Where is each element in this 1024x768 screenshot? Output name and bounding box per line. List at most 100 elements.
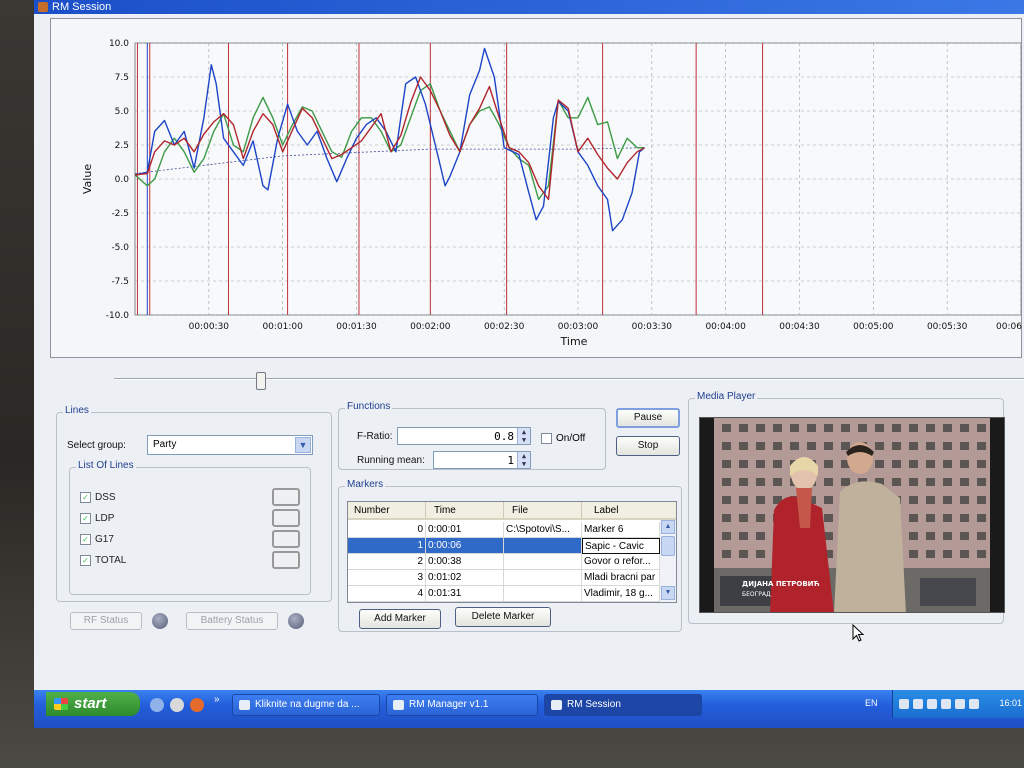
task-label: RM Session [567,699,621,710]
ldp-color-swatch[interactable] [272,509,300,527]
pause-button[interactable]: Pause [616,408,680,428]
line-item-g17[interactable]: ✓ G17 [80,534,114,550]
markers-table[interactable]: Number Time File Label 0 0:00:01 C:\Spotov… [347,501,677,603]
start-button[interactable]: start [46,692,140,716]
tray-app-icon[interactable] [941,699,951,709]
line-item-label: DSS [95,492,116,504]
checkbox-unchecked-icon[interactable] [541,433,552,444]
scroll-up-icon[interactable]: ▲ [661,520,675,534]
marker-file-cell[interactable] [504,586,582,602]
marker-file-cell[interactable] [504,554,582,570]
total-color-swatch[interactable] [272,551,300,569]
video-frame[interactable]: ДИЈАНА ПЕТРОВИЋ БЕОГРАД [699,417,1005,613]
rf-status-button[interactable]: RF Status [70,612,142,630]
line-item-dss[interactable]: ✓ DSS [80,492,116,508]
marker-number-cell[interactable]: 0 [348,522,426,538]
window-title: RM Session [52,1,112,13]
marker-file-cell[interactable] [504,570,582,586]
task-rm-manager[interactable]: RM Manager v1.1 [386,694,538,716]
marker-file-cell[interactable] [504,538,582,554]
line-item-label: TOTAL [95,555,127,567]
marker-number-cell[interactable]: 2 [348,554,426,570]
col-header-time[interactable]: Time [426,502,504,520]
spin-arrows-icon[interactable]: ▲ ▼ [517,452,530,468]
checkbox-checked-icon[interactable]: ✓ [80,555,91,566]
marker-time-cell[interactable]: 0:00:01 [426,522,504,538]
task-label: Kliknite na dugme da ... [255,699,360,710]
fratio-value: 0.8 [494,430,514,443]
running-mean-field[interactable]: 1 ▲ ▼ [433,451,531,469]
quicklaunch-firefox-icon[interactable] [190,698,204,712]
window-titlebar[interactable]: RM Session [34,0,1024,14]
tray-safely-remove-icon[interactable] [955,699,965,709]
task-rm-session[interactable]: RM Session [544,694,702,716]
marker-row[interactable]: 2 0:00:38 Govor o refor... [348,554,662,570]
language-indicator[interactable]: EN [865,698,878,708]
mouse-cursor-icon [852,624,865,642]
marker-number-cell[interactable]: 3 [348,570,426,586]
marker-label-cell[interactable]: Govor o refor... [582,554,660,570]
col-header-file[interactable]: File [504,502,582,520]
marker-label-cell[interactable]: Vladimir, 18 g... [582,586,660,602]
tray-volume-icon[interactable] [913,699,923,709]
onoff-label: On/Off [556,433,586,445]
x-axis-label: Time [560,335,588,348]
battery-status-button[interactable]: Battery Status [186,612,278,630]
dss-color-swatch[interactable] [272,488,300,506]
fratio-field[interactable]: 0.8 ▲ ▼ [397,427,531,445]
marker-label-cell[interactable]: Mladi bracni par [582,570,660,586]
app-icon [38,2,48,12]
checkbox-checked-icon[interactable]: ✓ [80,513,91,524]
x-tick-label: 00:01:30 [336,322,377,332]
media-player-title: Media Player [695,391,758,402]
y-tick-label: 2.5 [115,141,129,151]
quicklaunch-desktop-icon[interactable] [150,698,164,712]
quicklaunch-media-icon[interactable] [170,698,184,712]
slider-thumb[interactable] [256,372,266,390]
table-scrollbar[interactable]: ▲ ▼ [660,520,676,602]
video-caption-city: БЕОГРАД [742,591,771,598]
marker-row[interactable]: 1 0:00:06 Sapic - Cavic [348,538,662,554]
task-label: RM Manager v1.1 [409,699,489,710]
spin-arrows-icon[interactable]: ▲ ▼ [517,428,530,444]
marker-time-cell[interactable]: 0:00:06 [426,538,504,554]
line-chart: 10.0 7.5 5.0 2.5 0.0 -2.5 -5.0 -7.5 -10.0 00:00:3… [81,39,1022,348]
marker-row[interactable]: 0 0:00:01 C:\Spotovi\S... Marker 6 [348,522,662,538]
marker-row[interactable]: 3 0:01:02 Mladi bracni par [348,570,662,586]
marker-label-cell[interactable]: Marker 6 [582,522,660,538]
marker-file-cell[interactable]: C:\Spotovi\S... [504,522,582,538]
marker-row[interactable]: 4 0:01:31 Vladimir, 18 g... [348,586,662,602]
marker-time-cell[interactable]: 0:01:31 [426,586,504,602]
y-tick-label: -10.0 [106,311,130,321]
delete-marker-button[interactable]: Delete Marker [455,607,551,627]
marker-time-cell[interactable]: 0:01:02 [426,570,504,586]
quicklaunch-overflow-icon[interactable]: » [214,694,220,705]
group-select[interactable]: Party ▼ [147,435,313,455]
marker-time-cell[interactable]: 0:00:38 [426,554,504,570]
add-marker-button[interactable]: Add Marker [359,609,441,629]
screen: RM Session 10.0 7.5 5.0 2.5 0.0 -2.5 -5.0 -7.5 -… [34,0,1024,728]
timeline-slider[interactable] [114,372,1024,390]
col-header-number[interactable]: Number [348,502,426,520]
x-tick-label: 00:03:30 [632,322,673,332]
marker-number-cell[interactable]: 1 [348,538,426,554]
tray-network-icon[interactable] [899,699,909,709]
g17-color-swatch[interactable] [272,530,300,548]
tray-antivirus-icon[interactable] [969,699,979,709]
scroll-thumb[interactable] [661,536,675,556]
tray-monitor-icon[interactable] [927,699,937,709]
scroll-down-icon[interactable]: ▼ [661,586,675,600]
task-kliknite[interactable]: Kliknite na dugme da ... [232,694,380,716]
col-header-label[interactable]: Label [582,502,676,520]
windows-flag-icon [54,698,68,710]
stop-button[interactable]: Stop [616,436,680,456]
checkbox-checked-icon[interactable]: ✓ [80,492,91,503]
chevron-down-icon[interactable]: ▼ [295,437,311,453]
onoff-checkbox[interactable]: On/Off [541,433,585,444]
line-item-ldp[interactable]: ✓ LDP [80,513,114,529]
checkbox-checked-icon[interactable]: ✓ [80,534,91,545]
marker-label-cell[interactable]: Sapic - Cavic [582,538,660,554]
y-tick-label: -5.0 [111,243,129,253]
marker-number-cell[interactable]: 4 [348,586,426,602]
line-item-total[interactable]: ✓ TOTAL [80,555,126,571]
